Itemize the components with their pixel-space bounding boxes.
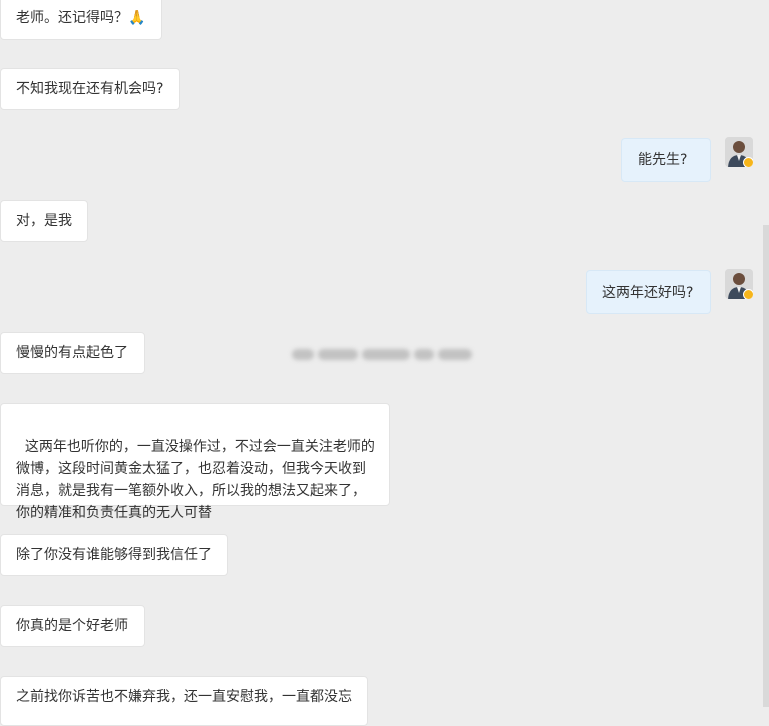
message-text: 你真的是个好老师 [16, 618, 128, 634]
user-avatar-icon[interactable] [725, 269, 753, 299]
message-text: 这两年也听你的，一直没操作过，不过会一直关注老师的 微博，这段时间黄金太猛了，也… [16, 439, 375, 521]
message-bubble-right: 能先生? [621, 138, 711, 182]
message-text: 不知我现在还有机会吗? [16, 81, 164, 97]
blurred-watermark [292, 341, 474, 367]
message-text: 对，是我 [16, 213, 72, 229]
scrollbar[interactable] [763, 225, 769, 707]
message-text: 老师。还记得吗？🙏 [16, 10, 146, 26]
message-bubble-left: 不知我现在还有机会吗? [0, 68, 180, 110]
message-bubble-left: 你真的是个好老师 [0, 605, 145, 647]
message-text: 之前找你诉苦也不嫌弃我，还一直安慰我，一直都没忘 [16, 689, 352, 705]
message-bubble-left: 慢慢的有点起色了 [0, 332, 145, 374]
message-bubble-left: 老师。还记得吗？🙏 [0, 0, 162, 40]
message-bubble-left: 这两年也听你的，一直没操作过，不过会一直关注老师的 微博，这段时间黄金太猛了，也… [0, 403, 390, 521]
verified-badge-icon [743, 157, 753, 167]
message-bubble-left: 之前找你诉苦也不嫌弃我，还一直安慰我，一直都没忘 [0, 676, 368, 726]
message-bubble-right: 这两年还好吗? [586, 270, 711, 314]
message-text: 慢慢的有点起色了 [16, 345, 128, 361]
user-avatar-icon[interactable] [725, 137, 753, 167]
message-text: 这两年还好吗? [602, 285, 694, 301]
message-text: 能先生? [638, 152, 688, 168]
message-bubble-left: 对，是我 [0, 200, 88, 242]
message-bubble-left: 除了你没有谁能够得到我信任了 [0, 534, 228, 576]
verified-badge-icon [743, 289, 753, 299]
message-text: 除了你没有谁能够得到我信任了 [16, 547, 212, 563]
